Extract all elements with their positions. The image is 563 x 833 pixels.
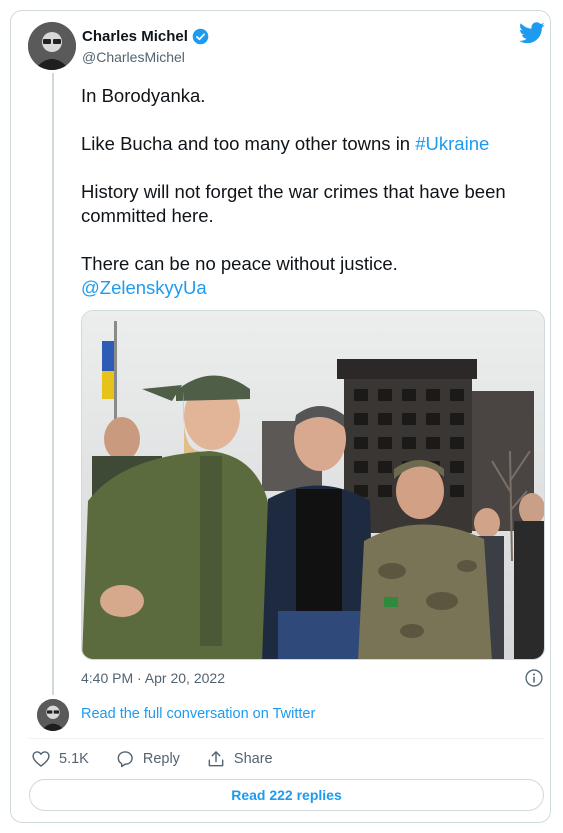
twitter-bird-icon[interactable] bbox=[519, 22, 545, 44]
author-avatar[interactable] bbox=[28, 22, 76, 70]
tweet-text: In Borodyanka. Like Bucha and too many o… bbox=[81, 84, 551, 300]
like-button[interactable]: 5.1K bbox=[31, 749, 89, 769]
verified-badge-icon bbox=[192, 28, 209, 45]
mention-zelenskyyua-link[interactable]: @ZelenskyyUa bbox=[81, 277, 207, 298]
reply-button[interactable]: Reply bbox=[115, 749, 180, 769]
tweet-paragraph-2: Like Bucha and too many other towns in #… bbox=[81, 133, 490, 154]
like-count[interactable]: 5.1K bbox=[59, 751, 89, 767]
info-icon[interactable] bbox=[524, 668, 544, 688]
hashtag-ukraine-link[interactable]: #Ukraine bbox=[415, 133, 489, 154]
read-replies-label[interactable]: Read 222 replies bbox=[231, 787, 342, 803]
author-name[interactable]: Charles Michel bbox=[82, 28, 209, 45]
reply-label[interactable]: Reply bbox=[143, 751, 180, 767]
tweet-photo[interactable] bbox=[81, 310, 545, 660]
tweet-paragraph-1: In Borodyanka. bbox=[81, 85, 206, 106]
divider bbox=[29, 738, 544, 739]
tweet-paragraph-3: History will not forget the war crimes t… bbox=[81, 181, 506, 226]
upload-arrow-icon bbox=[208, 751, 224, 767]
action-bar: 5.1K Reply Share bbox=[31, 749, 299, 769]
share-label[interactable]: Share bbox=[234, 751, 273, 767]
share-button[interactable]: Share bbox=[206, 749, 273, 769]
author-handle[interactable]: @CharlesMichel bbox=[82, 49, 185, 65]
read-full-conversation-link[interactable]: Read the full conversation on Twitter bbox=[81, 706, 315, 722]
tweet-paragraph-4: There can be no peace without justice. @… bbox=[81, 253, 398, 298]
thread-avatar[interactable] bbox=[37, 699, 69, 731]
read-replies-button[interactable]: Read 222 replies bbox=[29, 779, 544, 811]
tweet-timestamp[interactable]: 4:40 PM · Apr 20, 2022 bbox=[81, 670, 225, 686]
heart-icon bbox=[32, 751, 50, 767]
speech-bubble-icon bbox=[117, 751, 133, 768]
author-name-text[interactable]: Charles Michel bbox=[82, 28, 188, 45]
thread-line bbox=[52, 73, 54, 695]
